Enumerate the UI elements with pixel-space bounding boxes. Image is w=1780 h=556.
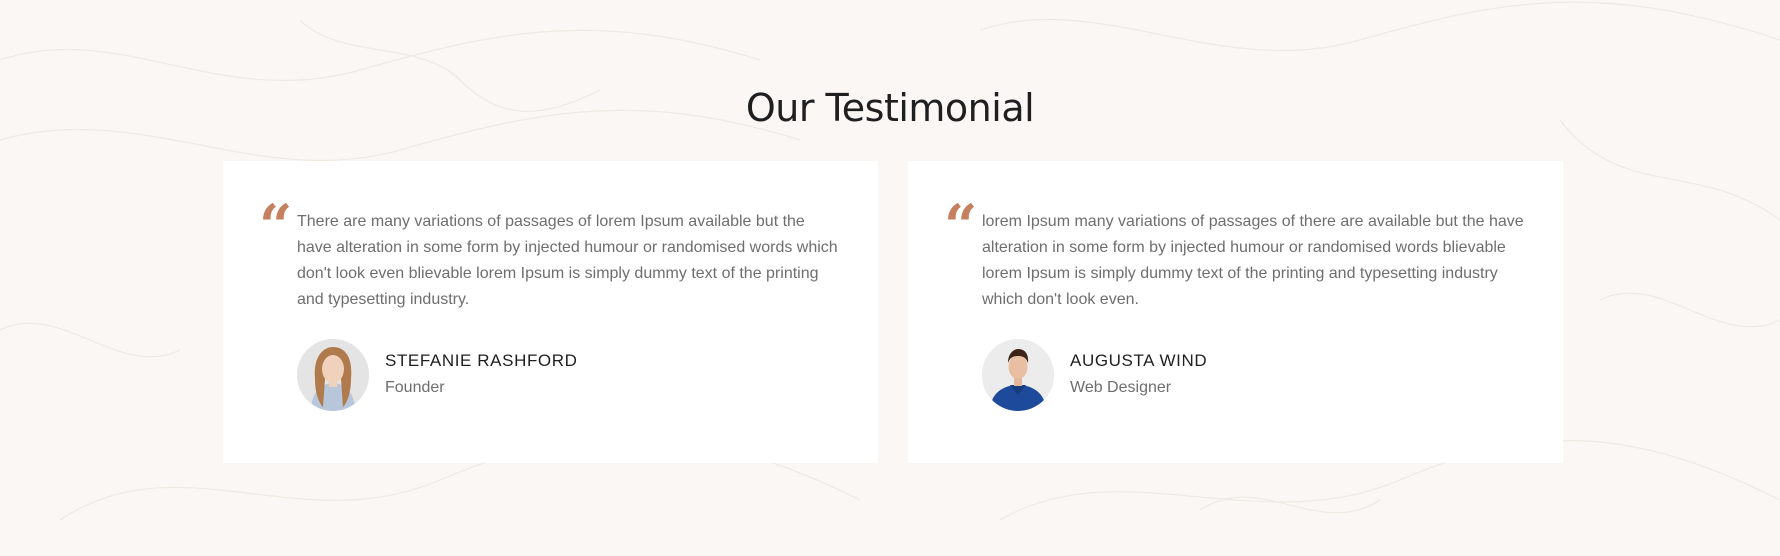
testimonial-text: lorem Ipsum many variations of passages … — [982, 213, 1524, 308]
person-role: Web Designer — [1070, 379, 1172, 396]
quote-left-icon: “ — [259, 192, 293, 260]
person-role: Founder — [385, 379, 445, 396]
testimonial-card: “ There are many variations of passages … — [223, 161, 878, 463]
avatar — [297, 339, 369, 411]
testimonial-text: There are many variations of passages of… — [297, 213, 838, 308]
section-title: Our Testimonial — [745, 86, 1035, 130]
avatar — [982, 339, 1054, 411]
person-name: AUGUSTA WIND — [1070, 351, 1208, 370]
person-name: STEFANIE RASHFORD — [385, 351, 578, 370]
testimonial-card: “ lorem Ipsum many variations of passage… — [908, 161, 1563, 463]
quote-left-icon: “ — [944, 192, 978, 260]
